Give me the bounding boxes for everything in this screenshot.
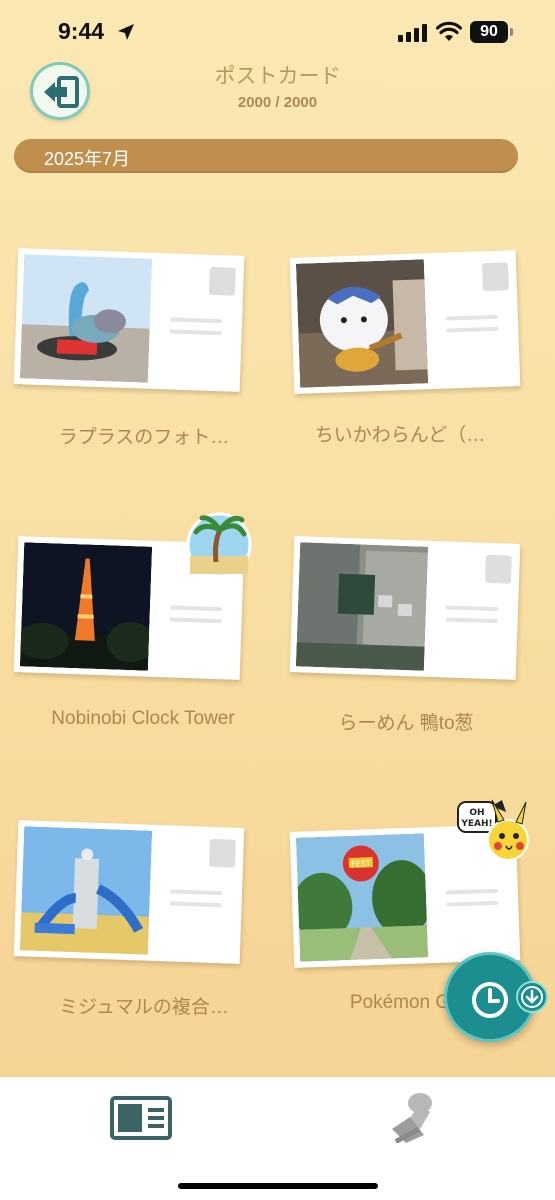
battery-level: 90: [470, 21, 508, 43]
svg-text:YEAH!: YEAH!: [460, 819, 492, 829]
postcard-photo: [19, 542, 153, 671]
postcard-caption: Nobinobi Clock Tower: [51, 708, 235, 729]
lapras-photo: [19, 254, 153, 383]
svg-text:OH: OH: [469, 808, 484, 818]
postcard-count: 2000 / 2000: [237, 94, 318, 111]
postcard-caption: ミジュマルの複合…: [59, 997, 229, 1018]
ramen-shop-photo: [295, 542, 429, 671]
clock-icon: [472, 982, 508, 1018]
status-bar: 9:44 90: [0, 0, 555, 62]
month-label: 2025年7月: [44, 149, 131, 169]
month-banner: 2025年7月: [14, 139, 518, 173]
wifi-icon: [436, 21, 462, 41]
battery-icon: 90: [470, 21, 514, 43]
bottom-nav: [0, 1077, 555, 1200]
postcard-photo: [19, 826, 153, 955]
postcard[interactable]: [289, 536, 521, 680]
stamp-placeholder: [208, 266, 236, 296]
postcard[interactable]: [13, 820, 245, 964]
playground-photo: [19, 826, 153, 955]
postcard-caption: ちいかわらんど（…: [314, 425, 486, 446]
stamp-placeholder: [484, 554, 512, 584]
postcard[interactable]: [13, 248, 245, 392]
gofest-photo: FEST: [295, 833, 429, 962]
download-arrow-icon: [521, 986, 543, 1008]
page-title: ポストカード: [214, 65, 341, 88]
home-indicator: [178, 1183, 378, 1189]
stamp-placeholder: [208, 838, 236, 868]
location-arrow-icon: [118, 24, 134, 40]
pikachu-sticker-icon: OH YEAH!: [457, 799, 529, 861]
postcard[interactable]: [289, 250, 521, 394]
gofest-logo-text: FEST: [351, 859, 371, 869]
postcard-caption: らーめん 鴨to葱: [338, 713, 474, 734]
signal-icon: [398, 24, 427, 42]
postcard-photo: [295, 259, 429, 388]
chiikawa-photo: [295, 259, 429, 388]
postcard-photo: [295, 542, 429, 671]
stamp-placeholder: [481, 262, 509, 292]
postcard-caption: ラプラスのフォト…: [58, 427, 230, 448]
status-time: 9:44: [58, 18, 105, 44]
postcards-tab-icon[interactable]: [110, 1096, 172, 1140]
tower-photo: [19, 542, 153, 671]
download-badge[interactable]: [516, 981, 548, 1013]
stamp-tab-icon[interactable]: [388, 1091, 440, 1143]
postcard-photo: FEST: [295, 833, 429, 962]
island-sticker-icon: [186, 512, 252, 578]
postcard-photo: [19, 254, 153, 383]
